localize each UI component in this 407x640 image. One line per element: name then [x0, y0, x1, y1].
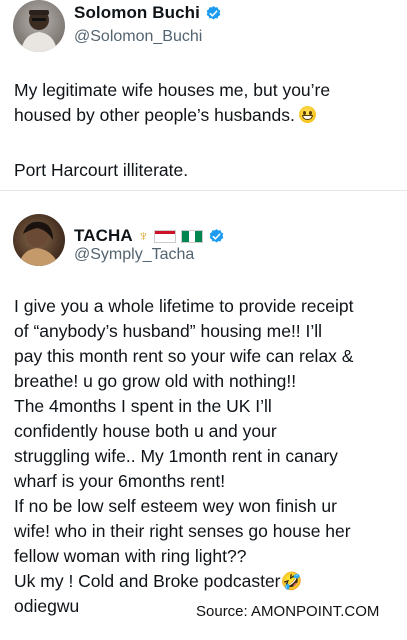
tweet-text-line: The 4months I spent in the UK I’ll	[14, 396, 272, 416]
avatar-solomon[interactable]	[13, 0, 65, 52]
user-handle[interactable]: @Solomon_Buchi	[74, 28, 202, 46]
nigeria-flag-icon	[180, 229, 203, 243]
tweet-text-line-with-emoji: housed by other people’s husbands.	[14, 103, 394, 128]
author-row-solomon: Solomon Buchi	[74, 3, 222, 23]
tweet-text-line: wife! who in their right senses go house…	[14, 521, 351, 541]
tweet-text-line: If no be low self esteem wey won finish …	[14, 496, 337, 516]
tweet-text-line: struggling wife.. My 1month rent in cana…	[14, 446, 338, 466]
tweet-text-line: My legitimate wife houses me, but you’re	[14, 80, 331, 100]
tweet-text-line: of “anybody’s husband” housing me!! I’ll	[14, 321, 323, 341]
tweet-text-line: Port Harcourt illiterate.	[14, 160, 189, 180]
user-handle[interactable]: @Symply_Tacha	[74, 246, 194, 264]
person-avatar-icon	[21, 10, 57, 52]
tweet-text-line: pay this month rent so your wife can rel…	[14, 346, 354, 366]
verified-badge-icon	[206, 5, 221, 20]
trident-icon: ♆	[137, 227, 149, 245]
tweet-text-line: housed by other people’s husbands.	[14, 105, 295, 125]
tweet-text-line: fellow woman with ring light??	[14, 546, 247, 566]
avatar-tacha[interactable]	[13, 214, 65, 266]
tweet-text: I give you a whole lifetime to provide r…	[14, 294, 404, 619]
ghana-flag-icon	[153, 229, 176, 243]
tweet-text-line: confidently house both u and your	[14, 421, 277, 441]
verified-badge-icon	[209, 228, 224, 243]
display-name[interactable]: TACHA	[74, 226, 133, 246]
person-avatar-icon	[19, 221, 59, 266]
display-name[interactable]: Solomon Buchi	[74, 3, 200, 23]
tweet-text-line: wharf is your 6months rent!	[14, 471, 226, 491]
tweet-text: My legitimate wife houses me, but you’re…	[14, 78, 394, 128]
grinning-emoji-icon	[298, 106, 316, 123]
tweet-text-line: breathe! u go grow old with nothing!!	[14, 371, 297, 391]
tweet-text-line: Uk my ! Cold and Broke podcaster🤣	[14, 571, 303, 591]
tweet-text-line: I give you a whole lifetime to provide r…	[14, 296, 354, 316]
source-watermark: Source: AMONPOINT.COM	[192, 603, 384, 620]
author-row-tacha: TACHA ♆	[74, 226, 225, 246]
